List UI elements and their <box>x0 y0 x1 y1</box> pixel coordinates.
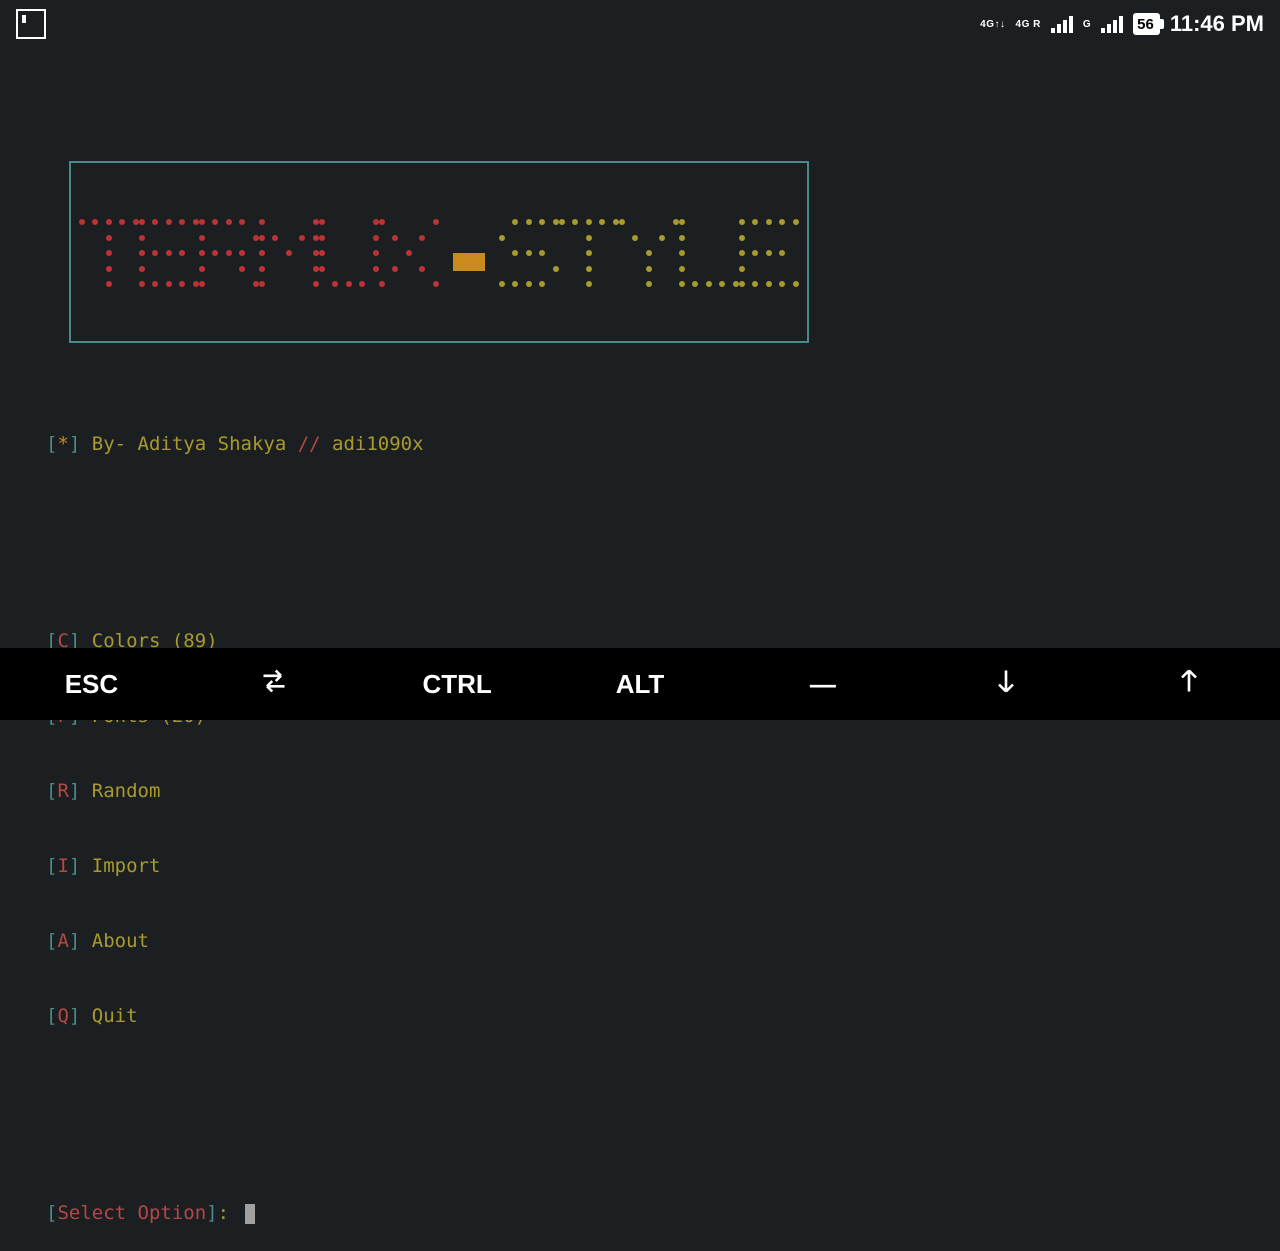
termux-app-icon <box>16 9 46 39</box>
bracket-open: [ <box>46 433 57 455</box>
slashes: // <box>298 433 332 455</box>
menu-label: About <box>80 930 149 952</box>
prompt-text: Select Option <box>57 1202 206 1224</box>
banner-letter-e <box>139 219 199 287</box>
bracket-close: ] <box>206 1202 217 1224</box>
menu-key: Q <box>57 1005 68 1027</box>
network-g-icon: G <box>1083 19 1091 30</box>
arrow-down-icon <box>992 667 1020 695</box>
menu-item-random[interactable]: [R] Random <box>46 779 1234 804</box>
key-dash[interactable]: — <box>731 669 914 700</box>
menu-label: Random <box>80 780 160 802</box>
key-tab[interactable] <box>183 667 366 702</box>
author-label: By- Aditya Shakya <box>80 433 297 455</box>
key-arrow-down[interactable] <box>914 667 1097 702</box>
banner-letter-e2 <box>739 219 799 287</box>
menu-item-about[interactable]: [A] About <box>46 929 1234 954</box>
star-icon: * <box>57 433 68 455</box>
signal-bars-icon <box>1051 15 1073 33</box>
signal-bars-2-icon <box>1101 15 1123 33</box>
banner-termux-style <box>69 161 809 343</box>
menu-item-import[interactable]: [I] Import <box>46 854 1234 879</box>
menu-item-quit[interactable]: [Q] Quit <box>46 1004 1234 1029</box>
tab-icon <box>260 667 288 695</box>
menu-label: Import <box>80 855 160 877</box>
banner-letter-u <box>319 219 379 287</box>
byline: [*] By- Aditya Shakya // adi1090x <box>46 432 1234 457</box>
banner-letter-t <box>79 219 139 287</box>
banner-letter-s <box>499 219 559 287</box>
terminal-output[interactable]: [*] By- Aditya Shakya // adi1090x [C] Co… <box>46 60 1234 640</box>
cursor-icon <box>245 1204 255 1224</box>
termux-keyrow: ESC CTRL ALT — <box>0 648 1280 720</box>
network-4g-roaming-icon: 4G R <box>1016 19 1041 30</box>
menu-key: I <box>57 855 68 877</box>
arrow-up-icon <box>1175 667 1203 695</box>
banner-letter-l <box>679 219 739 287</box>
banner-letter-t2 <box>559 219 619 287</box>
clock: 11:46 PM <box>1170 11 1264 37</box>
banner-dash <box>439 219 499 287</box>
bracket-open: [ <box>46 1202 57 1224</box>
menu-key: R <box>57 780 68 802</box>
statusbar-left <box>16 9 46 39</box>
prompt-line[interactable]: [Select Option]: <box>46 1201 1234 1226</box>
menu-label: Quit <box>80 1005 137 1027</box>
key-alt[interactable]: ALT <box>549 669 732 700</box>
author-handle: adi1090x <box>332 433 424 455</box>
network-4g-icon: 4G↑↓ <box>980 19 1005 30</box>
statusbar-right: 4G↑↓ 4G R G 56 11:46 PM <box>980 11 1264 37</box>
battery-pct: 56 <box>1137 16 1154 33</box>
battery-indicator: 56 <box>1133 13 1160 35</box>
key-ctrl[interactable]: CTRL <box>366 669 549 700</box>
banner-letter-y <box>619 219 679 287</box>
key-arrow-up[interactable] <box>1097 667 1280 702</box>
android-statusbar: 4G↑↓ 4G R G 56 11:46 PM <box>0 0 1280 48</box>
key-esc[interactable]: ESC <box>0 669 183 700</box>
banner-letter-x <box>379 219 439 287</box>
banner-letter-m <box>259 219 319 287</box>
bracket-close: ] <box>69 433 80 455</box>
menu-key: A <box>57 930 68 952</box>
prompt-colon: : <box>218 1202 241 1224</box>
banner-letter-r <box>199 219 259 287</box>
